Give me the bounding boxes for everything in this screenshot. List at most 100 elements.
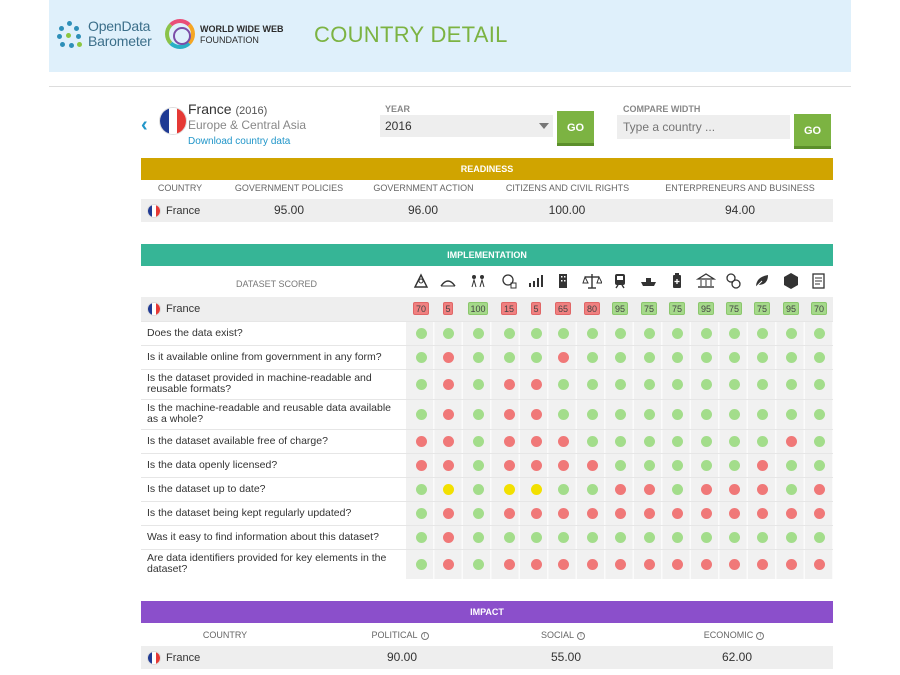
status-dot-yes[interactable] (586, 408, 598, 420)
status-dot-yes[interactable] (472, 378, 484, 390)
status-dot-yes[interactable] (472, 459, 484, 471)
status-dot-yes[interactable] (756, 327, 768, 339)
box-icon[interactable] (781, 271, 801, 291)
info-icon[interactable]: i (577, 632, 585, 640)
document-icon[interactable] (809, 271, 829, 291)
year-go-button[interactable]: GO (557, 111, 594, 146)
legal-icon[interactable] (582, 271, 603, 291)
status-dot-yes[interactable] (785, 408, 797, 420)
trade-icon[interactable] (639, 271, 659, 291)
status-dot-yes[interactable] (671, 459, 683, 471)
status-dot-no[interactable] (530, 378, 542, 390)
map-icon[interactable] (411, 271, 431, 291)
status-dot-no[interactable] (614, 507, 626, 519)
status-dot-yes[interactable] (643, 531, 655, 543)
open-data-barometer-logo[interactable]: OpenData Barometer (57, 18, 167, 54)
back-chevron-icon[interactable]: ‹ (141, 114, 148, 137)
status-dot-yes[interactable] (557, 408, 569, 420)
status-dot-yes[interactable] (643, 327, 655, 339)
status-dot-yes[interactable] (643, 351, 655, 363)
status-dot-yes[interactable] (728, 351, 740, 363)
status-dot-yes[interactable] (671, 351, 683, 363)
status-dot-no[interactable] (557, 459, 569, 471)
status-dot-yes[interactable] (700, 378, 712, 390)
status-dot-yes[interactable] (643, 378, 655, 390)
year-select[interactable]: 2016 (380, 115, 553, 137)
health-icon[interactable] (667, 271, 687, 291)
status-dot-yes[interactable] (472, 327, 484, 339)
status-dot-yes[interactable] (472, 558, 484, 570)
status-dot-yes[interactable] (813, 459, 825, 471)
status-dot-yes[interactable] (472, 483, 484, 495)
status-dot-yes[interactable] (557, 483, 569, 495)
status-dot-no[interactable] (813, 483, 825, 495)
status-dot-no[interactable] (442, 351, 454, 363)
status-dot-no[interactable] (557, 558, 569, 570)
status-dot-yes[interactable] (442, 327, 454, 339)
status-dot-no[interactable] (813, 558, 825, 570)
status-dot-no[interactable] (785, 507, 797, 519)
status-dot-no[interactable] (530, 507, 542, 519)
status-dot-yes[interactable] (415, 327, 427, 339)
status-dot-yes[interactable] (756, 408, 768, 420)
status-dot-yes[interactable] (671, 408, 683, 420)
status-dot-no[interactable] (503, 408, 515, 420)
status-dot-yes[interactable] (813, 351, 825, 363)
transport-icon[interactable] (610, 271, 630, 291)
status-dot-yes[interactable] (530, 327, 542, 339)
status-dot-yes[interactable] (700, 351, 712, 363)
status-dot-yes[interactable] (756, 378, 768, 390)
status-dot-yes[interactable] (813, 531, 825, 543)
status-dot-no[interactable] (586, 558, 598, 570)
status-dot-yes[interactable] (671, 483, 683, 495)
status-dot-no[interactable] (442, 408, 454, 420)
status-dot-yes[interactable] (586, 435, 598, 447)
status-dot-no[interactable] (671, 558, 683, 570)
status-dot-no[interactable] (503, 558, 515, 570)
status-dot-yes[interactable] (700, 435, 712, 447)
status-dot-no[interactable] (442, 507, 454, 519)
status-dot-no[interactable] (530, 558, 542, 570)
status-dot-no[interactable] (728, 558, 740, 570)
status-dot-yes[interactable] (813, 378, 825, 390)
compare-go-button[interactable]: GO (794, 114, 831, 149)
status-dot-no[interactable] (442, 435, 454, 447)
status-dot-no[interactable] (415, 459, 427, 471)
budget-icon[interactable] (499, 271, 519, 291)
status-dot-no[interactable] (503, 459, 515, 471)
web-foundation-logo[interactable]: WORLD WIDE WEB FOUNDATION (165, 18, 285, 52)
institution-icon[interactable] (695, 271, 717, 291)
status-dot-no[interactable] (643, 558, 655, 570)
status-dot-partial[interactable] (530, 483, 542, 495)
status-dot-yes[interactable] (671, 378, 683, 390)
status-dot-yes[interactable] (557, 327, 569, 339)
status-dot-no[interactable] (442, 378, 454, 390)
status-dot-no[interactable] (643, 483, 655, 495)
status-dot-yes[interactable] (785, 327, 797, 339)
status-dot-no[interactable] (728, 483, 740, 495)
status-dot-yes[interactable] (671, 327, 683, 339)
status-dot-yes[interactable] (756, 531, 768, 543)
status-dot-yes[interactable] (586, 531, 598, 543)
status-dot-yes[interactable] (756, 351, 768, 363)
status-dot-yes[interactable] (785, 531, 797, 543)
status-dot-yes[interactable] (728, 435, 740, 447)
status-dot-yes[interactable] (700, 459, 712, 471)
status-dot-yes[interactable] (643, 435, 655, 447)
status-dot-yes[interactable] (700, 531, 712, 543)
status-dot-yes[interactable] (728, 459, 740, 471)
status-dot-yes[interactable] (530, 351, 542, 363)
status-dot-yes[interactable] (586, 378, 598, 390)
compare-country-input[interactable] (617, 115, 790, 139)
status-dot-no[interactable] (728, 507, 740, 519)
status-dot-yes[interactable] (785, 483, 797, 495)
status-dot-no[interactable] (557, 351, 569, 363)
status-dot-yes[interactable] (614, 408, 626, 420)
status-dot-yes[interactable] (643, 459, 655, 471)
status-dot-yes[interactable] (557, 378, 569, 390)
crowd-icon[interactable] (468, 271, 488, 291)
status-dot-no[interactable] (415, 435, 427, 447)
status-dot-yes[interactable] (586, 483, 598, 495)
status-dot-partial[interactable] (442, 483, 454, 495)
status-dot-yes[interactable] (472, 531, 484, 543)
